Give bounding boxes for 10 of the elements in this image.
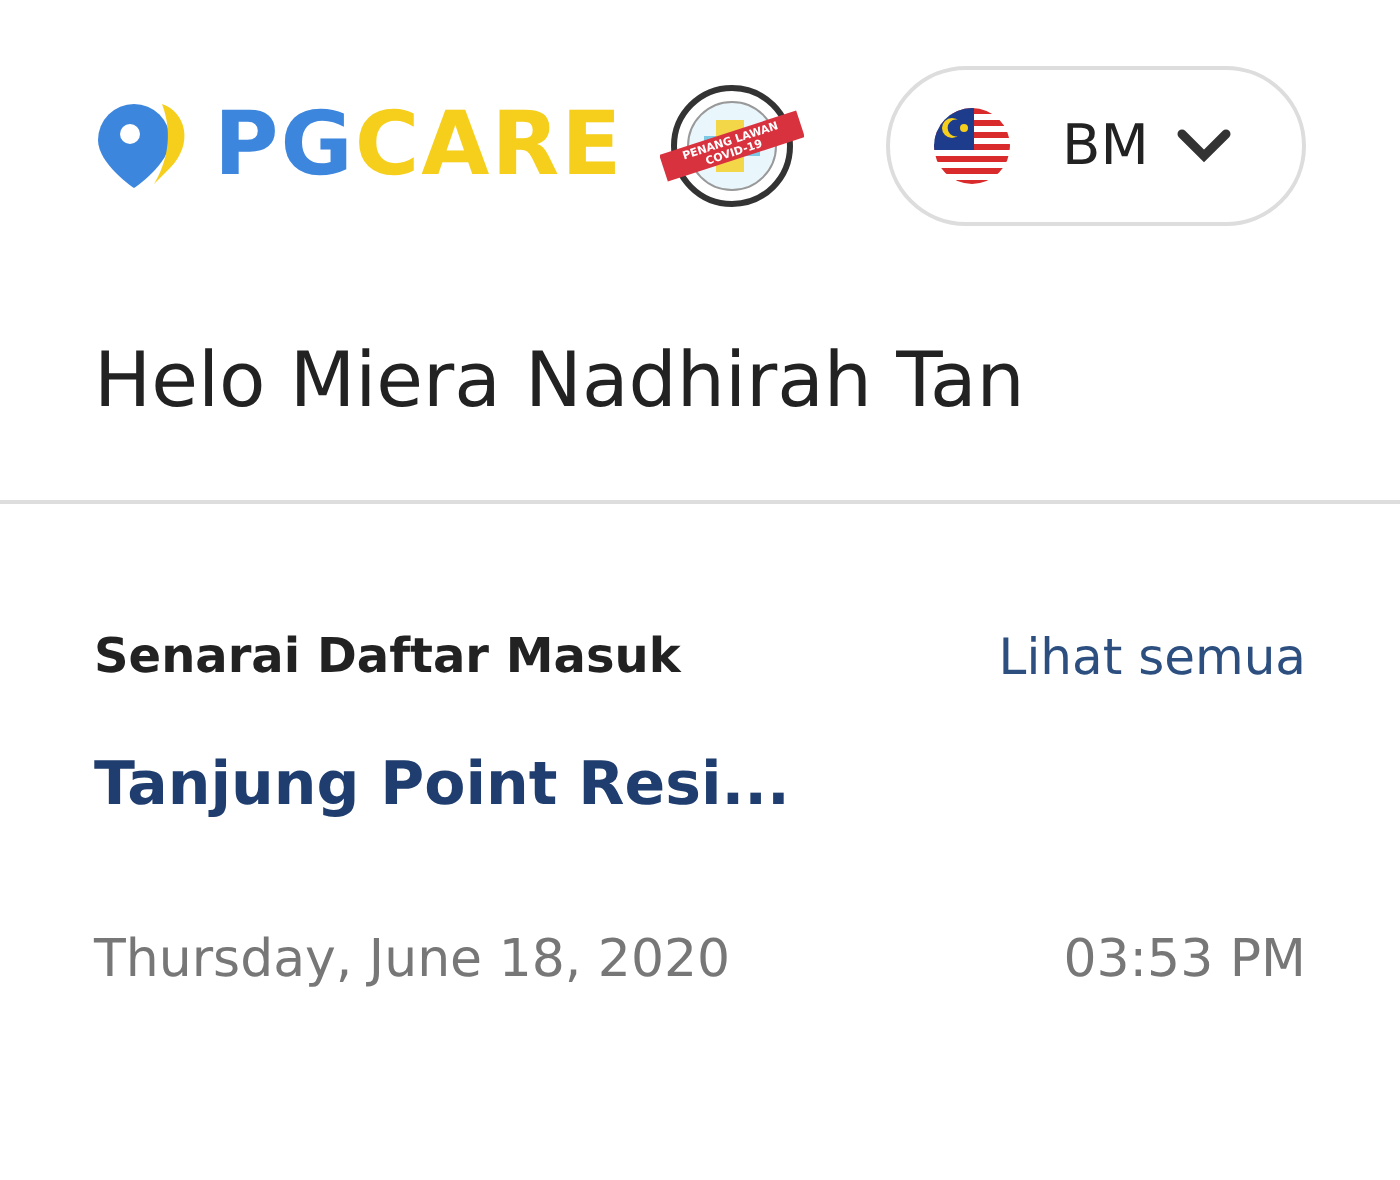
checkin-place[interactable]: Tanjung Point Resi... [0, 740, 1400, 830]
logo-text: PGCARE [214, 102, 624, 190]
checkin-time: 03:53 PM [1063, 928, 1306, 994]
checkin-date: Thursday, June 18, 2020 [94, 928, 731, 994]
language-selector[interactable]: BM [886, 66, 1306, 226]
chevron-down-icon [1176, 128, 1233, 164]
section-title: Senarai Daftar Masuk [94, 626, 681, 688]
see-all-link[interactable]: Lihat semua [998, 620, 1306, 695]
greeting-heading: Helo Miera Nadhirah Tan [92, 334, 1027, 428]
malaysia-flag-icon [934, 108, 1010, 184]
